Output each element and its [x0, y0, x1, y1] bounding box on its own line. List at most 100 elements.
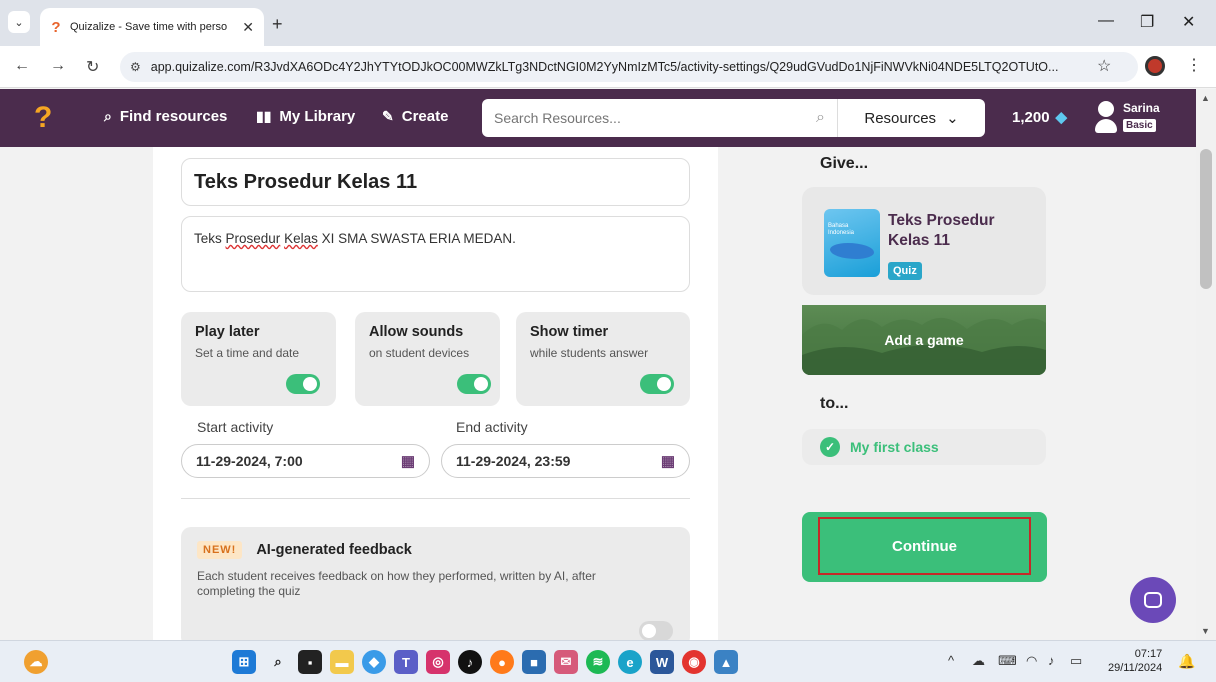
allow-sounds-toggle[interactable] [457, 374, 491, 394]
class-name: My first class [850, 439, 939, 455]
description-suffix: XI SMA SWASTA ERIA MEDAN. [317, 231, 516, 246]
coin-balance[interactable]: 1,200 ◆ [1012, 108, 1067, 127]
browser-tab-quizalize[interactable]: ? Quizalize - Save time with perso ✕ [40, 8, 264, 46]
task-view-icon[interactable]: ▪ [298, 650, 322, 674]
onedrive-icon[interactable]: ☁ [972, 653, 985, 669]
indonesia-map-graphic [830, 243, 874, 259]
nav-create[interactable]: ✎ Create [382, 108, 448, 125]
battery-icon[interactable]: ▭ [1070, 653, 1082, 669]
wifi-icon[interactable]: ◠ [1026, 653, 1037, 669]
book-icon: ▮▮ [256, 108, 272, 124]
taskbar-clock[interactable]: 07:17 29/11/2024 [1108, 647, 1162, 675]
add-game-button[interactable]: Add a game [802, 305, 1046, 375]
spotify-icon[interactable]: ≋ [586, 650, 610, 674]
quiz-type-badge: Quiz [888, 262, 922, 280]
window-close-icon[interactable]: ✕ [1182, 12, 1195, 32]
ai-feedback-title: AI-generated feedback [256, 542, 412, 558]
play-later-toggle[interactable] [286, 374, 320, 394]
nav-find-resources[interactable]: ⌕ Find resources [104, 108, 227, 125]
ai-feedback-toggle[interactable] [639, 621, 673, 640]
teams-icon[interactable]: T [394, 650, 418, 674]
browser-menu-icon[interactable]: ⋮ [1186, 55, 1202, 75]
nav-create-label: Create [401, 108, 449, 125]
instagram-icon[interactable]: ◎ [426, 650, 450, 674]
selected-quiz-card[interactable]: Bahasa Indonesia Teks Prosedur Kelas 11 Q… [802, 187, 1046, 295]
tab-search-dropdown[interactable]: ⌄ [8, 11, 30, 33]
calendar-icon[interactable]: ▦ [401, 452, 415, 470]
quiz-title-field[interactable]: Teks Prosedur Kelas 11 [181, 158, 690, 206]
nav-find-resources-label: Find resources [119, 108, 228, 125]
continue-label: Continue [892, 537, 957, 555]
tray-overflow-icon[interactable]: ^ [948, 653, 954, 668]
input-icon[interactable]: ⌨ [998, 653, 1017, 669]
chevron-down-icon: ⌄ [946, 110, 959, 127]
mail-icon[interactable]: ✉ [554, 650, 578, 674]
start-activity-field[interactable]: 11-29-2024, 7:00 ▦ [181, 444, 430, 478]
minimize-icon[interactable]: — [1098, 12, 1114, 30]
edge-icon[interactable]: e [618, 650, 642, 674]
forward-arrow-icon[interactable]: → [50, 57, 66, 75]
tiktok-icon[interactable]: ♪ [458, 650, 482, 674]
scroll-down-icon[interactable]: ▼ [1201, 626, 1210, 636]
firefox-icon[interactable]: ● [490, 650, 514, 674]
profile-avatar[interactable] [1145, 56, 1165, 76]
binoculars-icon: ⌕ [104, 108, 112, 124]
copilot-icon[interactable]: ◆ [362, 650, 386, 674]
url-text: app.quizalize.com/R3JvdXA6ODc4Y2JhYTYtOD… [150, 60, 1059, 74]
give-heading: Give... [820, 155, 869, 172]
user-menu[interactable]: Sarina Basic [1095, 97, 1160, 137]
user-name: Sarina [1123, 101, 1160, 115]
browser-tabbar: ⌄ ? Quizalize - Save time with perso ✕ +… [0, 0, 1216, 46]
address-bar[interactable]: ⚙ app.quizalize.com/R3JvdXA6ODc4Y2JhYTYt… [120, 52, 1138, 82]
nav-my-library[interactable]: ▮▮ My Library [256, 108, 355, 125]
ai-feedback-option: NEW! AI-generated feedback Each student … [181, 527, 690, 640]
continue-button[interactable]: Continue [818, 517, 1031, 575]
chrome-icon[interactable]: ◉ [682, 650, 706, 674]
new-tab-icon[interactable]: + [272, 14, 283, 35]
back-arrow-icon[interactable]: ← [14, 57, 30, 75]
app-header: ? ⌕ Find resources ▮▮ My Library ✎ Creat… [0, 89, 1196, 147]
search-taskbar-icon[interactable]: ⌕ [266, 650, 290, 674]
windows-taskbar: ☁ ⊞ ⌕ ▪ ▬ ◆ T ◎ ♪ ● ■ ✉ ≋ e W ◉ ▲ ^ ☁ ⌨ … [0, 640, 1216, 682]
chat-support-button[interactable] [1130, 577, 1176, 623]
user-plan-badge: Basic [1123, 119, 1156, 132]
option-title: Play later [195, 324, 260, 340]
weather-widget-icon[interactable]: ☁ [24, 650, 48, 674]
resources-dropdown-label: Resources [864, 109, 937, 127]
page-scrollbar[interactable]: ▲ ▼ [1196, 89, 1216, 640]
description-word-spell: Prosedur [225, 231, 281, 246]
chat-bubble-icon [1144, 592, 1162, 608]
thumb-text: Indonesia [828, 230, 855, 236]
calendar-icon[interactable]: ▦ [661, 452, 675, 470]
class-item-my-first-class[interactable]: ✓ My first class [802, 429, 1046, 465]
clock-time: 07:17 [1134, 648, 1163, 660]
search-input[interactable] [494, 110, 784, 126]
scrollbar-thumb[interactable] [1200, 149, 1212, 289]
file-explorer-icon[interactable]: ▬ [330, 650, 354, 674]
site-settings-icon[interactable]: ⚙ [130, 60, 141, 74]
photos-icon[interactable]: ▲ [714, 650, 738, 674]
bookmark-star-icon[interactable]: ☆ [1097, 56, 1111, 76]
volume-icon[interactable]: ♪ [1048, 653, 1055, 668]
user-avatar-icon [1095, 97, 1117, 137]
word-icon[interactable]: W [650, 650, 674, 674]
quiz-card-title: Teks Prosedur Kelas 11 [888, 212, 995, 249]
end-activity-field[interactable]: 11-29-2024, 23:59 ▦ [441, 444, 690, 478]
ai-feedback-description: Each student receives feedback on how th… [197, 569, 596, 598]
quizalize-logo[interactable]: ? [34, 103, 54, 133]
reload-icon[interactable]: ↻ [86, 57, 99, 77]
quiz-description-field[interactable]: Teks Prosedur Kelas XI SMA SWASTA ERIA M… [181, 216, 690, 292]
restore-icon[interactable]: ❐ [1140, 12, 1154, 32]
search-box: ⌕ [482, 99, 837, 137]
scroll-up-icon[interactable]: ▲ [1201, 93, 1210, 103]
end-activity-value: 11-29-2024, 23:59 [456, 453, 571, 469]
start-activity-value: 11-29-2024, 7:00 [196, 453, 303, 469]
store-icon[interactable]: ■ [522, 650, 546, 674]
show-timer-toggle[interactable] [640, 374, 674, 394]
resources-dropdown[interactable]: Resources ⌄ [837, 99, 985, 137]
tab-close-icon[interactable]: ✕ [242, 19, 254, 36]
option-title: Show timer [530, 324, 609, 340]
start-windows-icon[interactable]: ⊞ [232, 650, 256, 674]
search-icon[interactable]: ⌕ [816, 109, 825, 127]
notification-bell-icon[interactable]: 🔔 [1178, 653, 1195, 670]
